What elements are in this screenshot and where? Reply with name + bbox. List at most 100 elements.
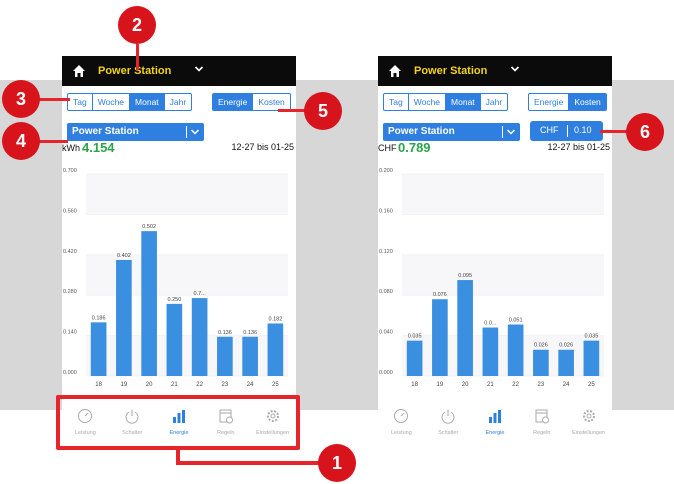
x-tick-label: 19 xyxy=(121,382,128,388)
chevron-down-icon[interactable] xyxy=(194,64,204,74)
device-select[interactable]: Power Station xyxy=(67,123,204,141)
date-range: 12-27 bis 01-25 xyxy=(547,142,610,152)
total-unit: CHF xyxy=(378,143,397,153)
device-select-label: Power Station xyxy=(72,126,139,137)
tab-woche[interactable]: Woche xyxy=(93,94,131,110)
chevron-down-icon[interactable] xyxy=(510,64,520,74)
total-value: 0.789 xyxy=(398,140,431,155)
home-icon[interactable] xyxy=(72,64,86,78)
bar xyxy=(267,323,284,376)
x-tick-label: 20 xyxy=(146,382,153,388)
nav-label: Einstellungen xyxy=(572,430,606,436)
x-tick-label: 25 xyxy=(272,382,279,388)
nav-item-energie[interactable]: Energie xyxy=(472,404,519,444)
bar xyxy=(90,322,107,376)
x-tick-label: 18 xyxy=(95,382,102,388)
bar xyxy=(533,349,549,376)
x-tick-label: 18 xyxy=(411,382,418,388)
y-tick-label: 0.280 xyxy=(63,289,77,295)
calendar-clock-icon xyxy=(535,409,549,424)
tab-kosten[interactable]: Kosten xyxy=(253,94,289,110)
bottom-nav-highlight-box xyxy=(56,395,300,450)
tab-monat[interactable]: Monat xyxy=(446,94,481,110)
bar-value-label: 0.136 xyxy=(243,330,257,336)
bar xyxy=(482,327,499,376)
bar-value-label: 0.182 xyxy=(268,316,282,322)
bar-value-label: 0.035 xyxy=(408,334,422,340)
bar xyxy=(166,303,183,376)
x-tick-label: 22 xyxy=(512,382,519,388)
tab-jahr[interactable]: Jahr xyxy=(165,94,192,110)
bar-value-label: 0.186 xyxy=(92,315,106,321)
bar-value-label: 0.402 xyxy=(117,253,131,259)
bar-value-label: 0.026 xyxy=(559,343,573,349)
bar xyxy=(242,336,258,376)
tab-energie[interactable]: Energie xyxy=(213,94,254,110)
grid-band xyxy=(86,174,288,215)
callout-line-3 xyxy=(38,98,70,101)
y-tick-label: 0.420 xyxy=(63,249,77,255)
power-icon xyxy=(441,409,455,424)
x-tick-label: 22 xyxy=(196,382,203,388)
app-screen-costs: Power Station Tag Woche Monat Jahr Energ… xyxy=(378,56,612,454)
y-tick-label: 0.160 xyxy=(379,208,393,214)
y-tick-label: 0.080 xyxy=(379,289,393,295)
tab-tag[interactable]: Tag xyxy=(68,94,93,110)
callout-badge-6: 6 xyxy=(626,113,664,151)
bar-value-label: 0.136 xyxy=(218,330,232,336)
price-per-kwh-field[interactable]: CHF 0.10 xyxy=(530,121,603,141)
device-select[interactable]: Power Station xyxy=(383,123,520,141)
y-tick-label: 0.560 xyxy=(63,208,77,214)
bar xyxy=(191,298,208,376)
station-title[interactable]: Power Station xyxy=(98,65,171,77)
nav-item-regeln[interactable]: Regeln xyxy=(518,404,565,444)
gear-icon xyxy=(582,410,595,422)
bar xyxy=(432,299,448,376)
nav-label: Schalter xyxy=(438,430,459,436)
x-tick-label: 21 xyxy=(171,382,178,388)
nav-item-einstellungen[interactable]: Einstellungen xyxy=(565,404,612,444)
total-unit: kWh xyxy=(62,143,80,153)
y-tick-label: 0.000 xyxy=(63,370,77,376)
bar xyxy=(217,336,233,376)
bar-value-label: 0.095 xyxy=(458,273,472,279)
bar xyxy=(558,349,574,376)
bar xyxy=(116,259,132,376)
divider xyxy=(502,126,503,138)
chevron-down-icon xyxy=(190,129,200,135)
nav-label: Energie xyxy=(485,430,505,436)
x-tick-label: 20 xyxy=(462,382,469,388)
price-currency: CHF xyxy=(540,125,559,135)
date-range: 12-27 bis 01-25 xyxy=(231,142,294,152)
nav-item-leistung[interactable]: Leistung xyxy=(378,404,425,444)
bar-value-label: 0.026 xyxy=(534,343,548,349)
chevron-down-icon xyxy=(506,129,516,135)
callout-line-4 xyxy=(38,140,68,143)
divider xyxy=(567,125,568,137)
nav-item-schalter[interactable]: Schalter xyxy=(425,404,472,444)
tab-jahr[interactable]: Jahr xyxy=(481,94,508,110)
tab-tag[interactable]: Tag xyxy=(384,94,409,110)
x-tick-label: 23 xyxy=(538,382,545,388)
station-title[interactable]: Power Station xyxy=(414,65,487,77)
home-icon[interactable] xyxy=(388,64,402,78)
grid-band xyxy=(402,174,604,215)
grid-band xyxy=(402,254,604,296)
tab-energie[interactable]: Energie xyxy=(529,94,570,110)
bar-value-label: 0.051 xyxy=(509,317,523,323)
bar-value-label: 0.035 xyxy=(584,334,598,340)
y-tick-label: 0.040 xyxy=(379,330,393,336)
device-select-label: Power Station xyxy=(388,126,455,137)
bar xyxy=(583,340,600,376)
bar xyxy=(457,280,473,376)
x-tick-label: 24 xyxy=(247,382,254,388)
tab-kosten[interactable]: Kosten xyxy=(569,94,606,110)
tab-monat[interactable]: Monat xyxy=(130,94,165,110)
x-tick-label: 24 xyxy=(563,382,570,388)
bar xyxy=(141,231,157,376)
energy-bar-chart: 0.700 0.560 0.420 0.280 0.140 0.000 0.186 18 0.4… xyxy=(63,168,288,388)
tab-woche[interactable]: Woche xyxy=(409,94,447,110)
y-tick-label: 0.120 xyxy=(379,249,393,255)
period-tabs: Tag Woche Monat Jahr xyxy=(67,93,193,111)
x-tick-label: 23 xyxy=(222,382,229,388)
